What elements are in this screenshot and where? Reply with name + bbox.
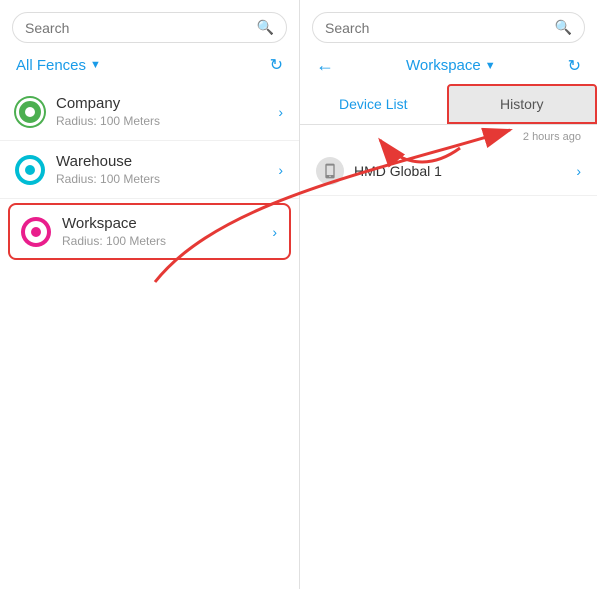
- tabs-row: Device List History: [300, 84, 597, 125]
- device-item-hmd[interactable]: HMD Global 1 ›: [300, 147, 597, 196]
- fence-radius-workspace: Radius: 100 Meters: [62, 234, 272, 248]
- fence-item-workspace[interactable]: Workspace Radius: 100 Meters ›: [8, 203, 291, 260]
- fence-chevron-workspace-icon: ›: [272, 224, 277, 240]
- all-fences-text: All Fences: [16, 57, 86, 74]
- device-name-hmd: HMD Global 1: [354, 163, 576, 179]
- device-icon-hmd: [316, 157, 344, 185]
- fence-info-warehouse: Warehouse Radius: 100 Meters: [56, 153, 278, 186]
- tab-device-list[interactable]: Device List: [300, 86, 447, 122]
- fence-dot-company: [16, 98, 44, 126]
- workspace-chevron-icon: ▼: [485, 60, 496, 72]
- time-label: 2 hours ago: [300, 125, 597, 147]
- fence-radius-warehouse: Radius: 100 Meters: [56, 172, 278, 186]
- workspace-title-text: Workspace: [406, 57, 481, 74]
- all-fences-label[interactable]: All Fences ▼: [16, 57, 101, 74]
- right-search-icon: 🔍: [555, 19, 572, 36]
- dot-inner-company: [25, 107, 35, 117]
- left-refresh-icon[interactable]: ↻: [270, 55, 283, 75]
- fence-chevron-company-icon: ›: [278, 104, 283, 120]
- back-arrow-icon[interactable]: ←: [316, 55, 334, 76]
- fence-name-workspace: Workspace: [62, 215, 272, 232]
- all-fences-row: All Fences ▼ ↻: [0, 51, 299, 83]
- tab-history[interactable]: History: [447, 84, 597, 124]
- fence-dot-warehouse: [16, 156, 44, 184]
- right-search-bar[interactable]: 🔍: [312, 12, 585, 43]
- fence-item-company[interactable]: Company Radius: 100 Meters ›: [0, 83, 299, 141]
- right-refresh-icon[interactable]: ↻: [568, 56, 581, 76]
- right-panel: 🔍 ← Workspace ▼ ↻ Device List History 2 …: [300, 0, 597, 589]
- fence-name-warehouse: Warehouse: [56, 153, 278, 170]
- left-search-bar[interactable]: 🔍: [12, 12, 287, 43]
- left-panel: 🔍 All Fences ▼ ↻ Company Radius: 100 Met…: [0, 0, 300, 589]
- right-search-input[interactable]: [325, 20, 551, 36]
- workspace-title[interactable]: Workspace ▼: [334, 57, 568, 74]
- fence-info-company: Company Radius: 100 Meters: [56, 95, 278, 128]
- fence-radius-company: Radius: 100 Meters: [56, 114, 278, 128]
- fence-chevron-warehouse-icon: ›: [278, 162, 283, 178]
- device-chevron-hmd-icon: ›: [576, 163, 581, 179]
- tab-device-list-label: Device List: [339, 96, 407, 112]
- left-search-icon: 🔍: [257, 19, 274, 36]
- fence-list: Company Radius: 100 Meters › Warehouse R…: [0, 83, 299, 589]
- dot-inner-warehouse: [25, 165, 35, 175]
- fence-name-company: Company: [56, 95, 278, 112]
- workspace-header: ← Workspace ▼ ↻: [300, 51, 597, 84]
- fence-dot-workspace: [22, 218, 50, 246]
- device-list-content: 2 hours ago HMD Global 1 ›: [300, 125, 597, 589]
- fence-info-workspace: Workspace Radius: 100 Meters: [62, 215, 272, 248]
- all-fences-chevron-icon: ▼: [90, 59, 101, 71]
- phone-icon: [322, 163, 338, 179]
- left-search-input[interactable]: [25, 20, 253, 36]
- fence-item-warehouse[interactable]: Warehouse Radius: 100 Meters ›: [0, 141, 299, 199]
- tab-history-label: History: [500, 96, 544, 112]
- dot-inner-workspace: [31, 227, 41, 237]
